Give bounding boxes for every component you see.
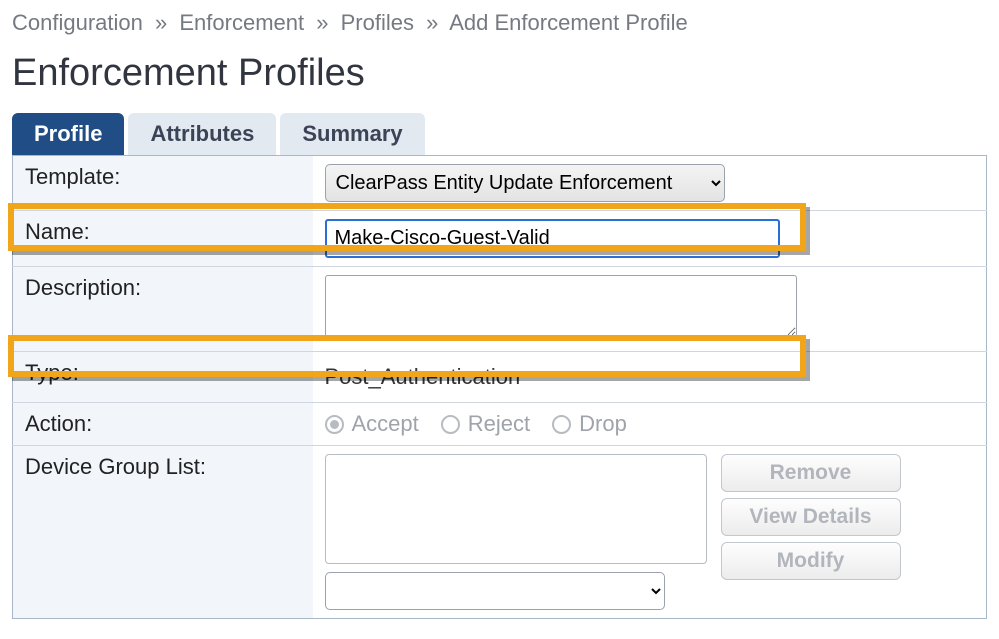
breadcrumb-item: Add Enforcement Profile	[449, 10, 687, 35]
radio-reject: Reject	[441, 411, 530, 437]
device-group-listbox[interactable]	[325, 454, 707, 564]
breadcrumb-item[interactable]: Profiles	[341, 10, 414, 35]
breadcrumb-item[interactable]: Configuration	[12, 10, 143, 35]
tabs: Profile Attributes Summary	[12, 113, 987, 155]
device-group-select[interactable]	[325, 572, 665, 610]
breadcrumb-sep: »	[316, 10, 328, 35]
radio-reject-circle	[441, 415, 460, 434]
template-select[interactable]: ClearPass Entity Update Enforcement	[325, 164, 725, 202]
label-device-group-list: Device Group List:	[13, 446, 313, 619]
remove-button[interactable]: Remove	[721, 454, 901, 492]
label-action: Action:	[13, 403, 313, 446]
radio-drop: Drop	[552, 411, 627, 437]
tab-summary[interactable]: Summary	[280, 113, 424, 155]
breadcrumb: Configuration » Enforcement » Profiles »…	[12, 4, 987, 46]
tab-profile[interactable]: Profile	[12, 113, 124, 155]
radio-drop-label: Drop	[579, 411, 627, 437]
label-description: Description:	[13, 267, 313, 352]
action-radios: Accept Reject Drop	[325, 411, 975, 437]
name-input[interactable]	[325, 219, 780, 258]
breadcrumb-sep: »	[426, 10, 438, 35]
breadcrumb-item[interactable]: Enforcement	[179, 10, 304, 35]
page-title: Enforcement Profiles	[12, 52, 987, 95]
breadcrumb-sep: »	[155, 10, 167, 35]
type-value: Post_Authentication	[325, 360, 975, 394]
radio-accept: Accept	[325, 411, 419, 437]
radio-accept-circle	[325, 415, 344, 434]
radio-accept-label: Accept	[352, 411, 419, 437]
profile-form-table: Template: ClearPass Entity Update Enforc…	[12, 155, 987, 619]
radio-drop-circle	[552, 415, 571, 434]
tab-attributes[interactable]: Attributes	[128, 113, 276, 155]
label-template: Template:	[13, 156, 313, 211]
description-textarea[interactable]	[325, 275, 797, 337]
radio-reject-label: Reject	[468, 411, 530, 437]
label-type: Type:	[13, 352, 313, 403]
modify-button[interactable]: Modify	[721, 542, 901, 580]
label-name: Name:	[13, 211, 313, 267]
view-details-button[interactable]: View Details	[721, 498, 901, 536]
